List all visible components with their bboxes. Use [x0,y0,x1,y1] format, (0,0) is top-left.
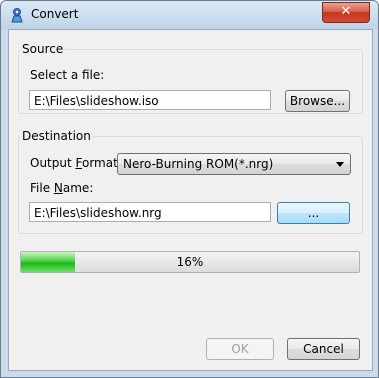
source-file-input[interactable]: E:\Files\slideshow.iso [29,90,271,110]
destination-file-input[interactable]: E:\Files\slideshow.nrg [29,202,271,222]
output-format-value: Nero-Burning ROM(*.nrg) [123,157,274,171]
output-format-label: Output Format: [30,156,122,170]
destination-group-title: Destination [20,129,93,143]
destination-browse-button[interactable]: ... [277,202,350,224]
output-format-select[interactable]: Nero-Burning ROM(*.nrg) [117,153,351,175]
title-bar[interactable]: Convert ✕ [1,1,378,29]
dialog-body: Source Select a file: E:\Files\slideshow… [8,29,373,371]
window-title: Convert [31,7,79,21]
ok-button[interactable]: OK [206,338,274,360]
conversion-progress-bar: 16% [20,251,360,273]
cancel-button[interactable]: Cancel [287,338,360,360]
select-file-label: Select a file: [30,68,105,82]
chevron-down-icon [336,162,344,167]
progress-percent-text: 16% [176,255,204,269]
close-icon: ✕ [340,4,352,19]
convert-dialog: Convert ✕ Source Select a file: E:\Files… [0,0,379,378]
source-browse-button[interactable]: Browse... [285,90,350,112]
app-icon [11,8,23,23]
file-name-label: File Name: [30,181,94,195]
close-button[interactable]: ✕ [322,2,370,23]
source-group-title: Source [20,42,66,56]
